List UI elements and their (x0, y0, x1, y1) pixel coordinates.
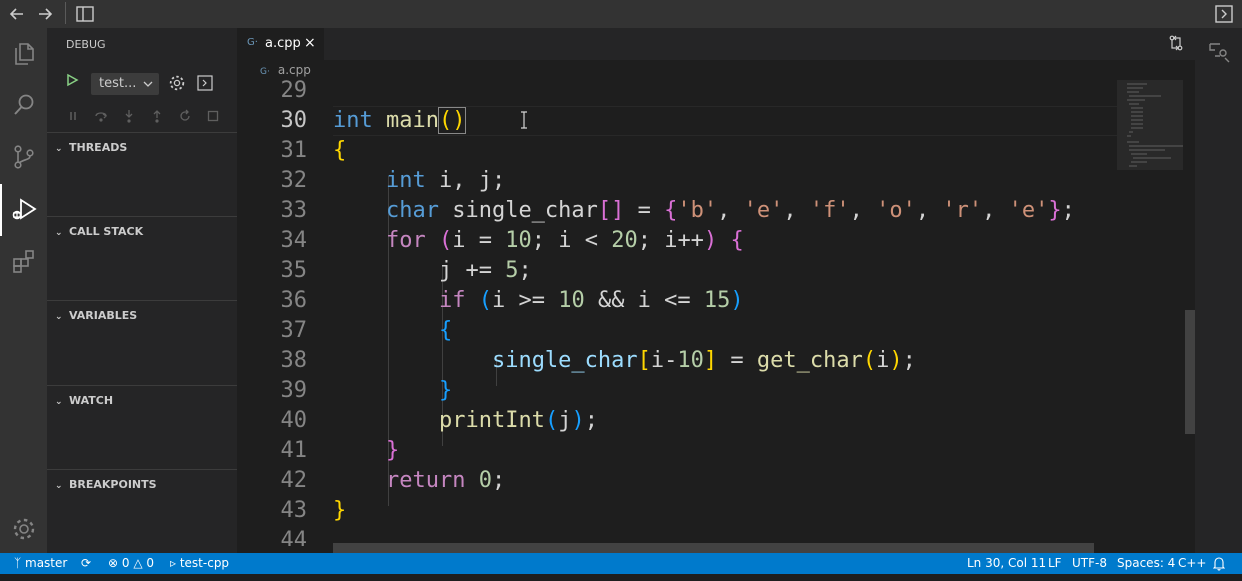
activity-bar (0, 28, 47, 553)
text-cursor-icon (519, 110, 529, 130)
search-button[interactable] (0, 80, 47, 132)
warning-icon: △ (133, 556, 143, 570)
open-changes-icon[interactable] (1168, 35, 1184, 55)
launch-config-select[interactable]: test... (91, 73, 159, 95)
divider (65, 2, 66, 24)
cpp-file-icon: G· (247, 37, 258, 48)
code-line: 29 (280, 78, 308, 103)
launch-config-label: test... (99, 76, 137, 91)
chevron-down-icon: ⌄ (55, 312, 63, 322)
status-bar: ᛉ master ⟳ ⊗ 0 △ 0 ▹ test-cpp Ln 30, Col… (0, 553, 1242, 574)
language-status[interactable]: C++ (1178, 553, 1207, 574)
play-icon (67, 73, 79, 87)
run-debug-icon (12, 198, 37, 220)
files-icon (15, 43, 34, 65)
step-out-icon[interactable] (149, 108, 165, 124)
code-line: 42 return 0; (280, 468, 506, 493)
gear-icon (13, 518, 35, 540)
code-line: 31{ (280, 138, 347, 163)
manage-button[interactable] (0, 504, 47, 556)
minimap-slider[interactable] (1117, 80, 1183, 170)
code-line: 37 { (280, 318, 453, 343)
extensions-button[interactable] (0, 236, 47, 288)
encoding-status[interactable]: UTF-8 (1072, 553, 1107, 574)
launch-status[interactable]: ▹ test-cpp (170, 553, 229, 574)
step-into-icon[interactable] (121, 108, 137, 124)
debug-sidebar: DEBUG test... ⌄ THREADS ⌄ CALL STACK ⌄ VARI… (47, 28, 237, 553)
error-icon: ⊗ (108, 556, 119, 570)
code-line: 30 int main() (280, 107, 467, 134)
horizontal-scrollbar[interactable] (333, 543, 1094, 553)
branch-icon: ᛉ (14, 556, 26, 570)
branch-status[interactable]: ᛉ master (14, 553, 67, 574)
watch-section: ⌄ WATCH (47, 385, 237, 470)
variables-section: ⌄ VARIABLES (47, 300, 237, 386)
call-stack-section: ⌄ CALL STACK (47, 216, 237, 301)
threads-header[interactable]: ⌄ THREADS (55, 141, 127, 154)
close-icon[interactable]: × (304, 35, 316, 51)
bell-icon[interactable] (1212, 553, 1226, 581)
open-launch-json-button[interactable] (168, 74, 186, 92)
start-debugging-button[interactable] (65, 73, 79, 91)
problems-status[interactable]: ⊗ 0 △ 0 (108, 553, 154, 574)
explorer-button[interactable] (0, 28, 47, 80)
arrow-left-icon[interactable] (7, 4, 27, 24)
chevron-down-icon (143, 73, 153, 103)
tab-label: a.cpp (265, 36, 301, 51)
breakpoints-section: ⌄ BREAKPOINTS (47, 469, 237, 554)
code-line: 34 for (i = 10; i < 20; i++) { (280, 228, 744, 253)
breakpoints-header[interactable]: ⌄ BREAKPOINTS (55, 478, 157, 491)
step-over-icon[interactable] (93, 108, 109, 124)
cursor-position[interactable]: Ln 30, Col 11 (967, 553, 1046, 574)
call-stack-header[interactable]: ⌄ CALL STACK (55, 225, 143, 238)
code-line: 32 int i, j; (280, 168, 506, 193)
chevron-down-icon: ⌄ (55, 228, 63, 238)
toggle-panel-icon[interactable] (1214, 4, 1234, 24)
indent-status[interactable]: Spaces: 4 (1117, 553, 1175, 574)
sidebar-title: DEBUG (66, 38, 106, 51)
arrow-right-icon[interactable] (35, 4, 55, 24)
source-control-icon (14, 145, 34, 169)
code-line: 40 printInt(j); (280, 408, 598, 433)
code-line: 33 char single_char[] = {'b', 'e', 'f', … (280, 198, 1075, 223)
tab-a-cpp[interactable]: G· a.cpp × (237, 28, 324, 60)
restart-icon[interactable] (177, 108, 193, 124)
threads-section: ⌄ THREADS (47, 132, 237, 217)
chevron-down-icon: ⌄ (55, 144, 63, 154)
code-editor[interactable]: 29 30 int main() 31{ 32 int i, j; 33 char… (237, 76, 1117, 546)
code-line: 43} (280, 498, 347, 523)
pause-icon[interactable] (65, 108, 81, 124)
code-line: 35 j += 5; (280, 258, 532, 283)
code-line: 36 if (i >= 10 && i <= 15) (280, 288, 744, 313)
breadcrumb[interactable]: G· a.cpp (260, 63, 311, 77)
variables-header[interactable]: ⌄ VARIABLES (55, 309, 137, 322)
debug-icon: ▹ (170, 556, 180, 570)
tab-bar: G· a.cpp × (237, 28, 1195, 60)
vertical-scrollbar[interactable] (1185, 310, 1195, 434)
debug-console-button[interactable] (196, 74, 214, 92)
search-icon (14, 94, 34, 115)
stop-icon[interactable] (205, 108, 221, 124)
title-bar (0, 0, 1242, 28)
chevron-down-icon: ⌄ (55, 481, 63, 491)
eol-status[interactable]: LF (1048, 553, 1062, 574)
sync-icon[interactable]: ⟳ (81, 553, 91, 574)
watch-header[interactable]: ⌄ WATCH (55, 394, 113, 407)
terminal-icon (197, 75, 213, 91)
outline-icon[interactable] (1207, 40, 1231, 68)
code-line: 41 } (280, 438, 400, 463)
chevron-down-icon: ⌄ (55, 397, 63, 407)
split-layout-icon[interactable] (75, 4, 95, 24)
secondary-sidebar (1195, 28, 1242, 553)
code-line: 39 } (280, 378, 453, 403)
run-debug-button[interactable] (0, 184, 47, 236)
code-line: 38 single_char[i-10] = get_char(i); (280, 348, 916, 373)
source-control-button[interactable] (0, 132, 47, 184)
gear-icon (169, 75, 185, 91)
extensions-icon (13, 250, 34, 273)
